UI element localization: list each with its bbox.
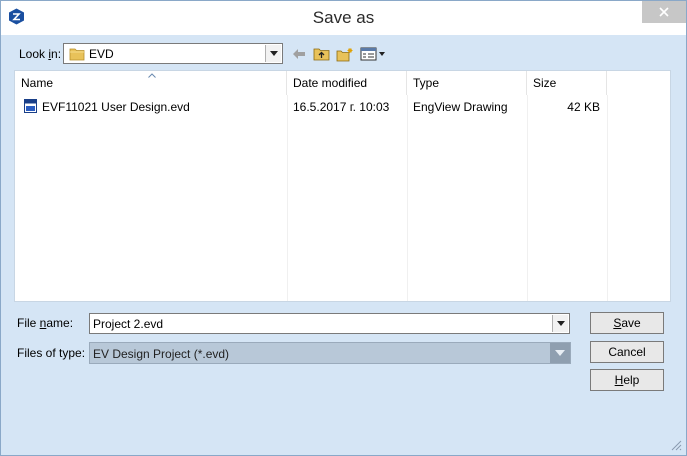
lookin-value: EVD <box>89 47 114 61</box>
column-header-size[interactable]: Size <box>527 71 607 95</box>
filetype-label: Files of type: <box>17 346 86 360</box>
view-menu-button[interactable] <box>360 45 386 63</box>
help-button[interactable]: Help <box>590 369 664 391</box>
new-folder-icon <box>336 47 353 61</box>
filename-value: Project 2.evd <box>93 317 164 331</box>
filetype-dropdown-button[interactable] <box>550 343 570 363</box>
folder-icon <box>69 48 85 61</box>
chevron-down-icon <box>269 51 278 56</box>
view-menu-icon <box>360 47 385 61</box>
file-type-cell: EngView Drawing <box>413 100 508 114</box>
close-icon <box>659 7 669 17</box>
new-folder-button[interactable] <box>336 45 354 63</box>
window-title: Save as <box>312 8 375 27</box>
lookin-dropdown[interactable]: EVD <box>63 43 283 64</box>
chevron-down-icon <box>555 350 565 356</box>
column-divider <box>287 95 288 301</box>
column-divider <box>407 95 408 301</box>
up-folder-button[interactable] <box>312 45 330 63</box>
filename-dropdown-button[interactable] <box>552 315 568 332</box>
save-as-dialog: Save as Look in: EVD Name Date modified … <box>0 0 687 456</box>
title-bar[interactable]: Save as <box>1 1 686 35</box>
cancel-button[interactable]: Cancel <box>590 341 664 363</box>
filetype-dropdown[interactable]: EV Design Project (*.evd) <box>89 342 571 364</box>
save-button[interactable]: Save <box>590 312 664 334</box>
column-divider <box>527 95 528 301</box>
filetype-value: EV Design Project (*.evd) <box>93 347 230 361</box>
up-folder-icon <box>313 48 329 61</box>
lookin-dropdown-button[interactable] <box>265 45 281 62</box>
evd-file-icon <box>24 99 37 113</box>
back-button[interactable] <box>291 45 307 63</box>
column-divider <box>607 95 608 301</box>
resize-grip-icon[interactable] <box>670 439 682 451</box>
file-name-cell[interactable]: EVF11021 User Design.evd <box>42 98 190 116</box>
chevron-down-icon <box>556 321 565 326</box>
column-header-date-modified[interactable]: Date modified <box>287 71 407 95</box>
file-date-cell: 16.5.2017 г. 10:03 <box>293 100 390 114</box>
filename-label: File name: <box>17 316 74 330</box>
close-button[interactable] <box>642 1 686 23</box>
file-size-cell: 42 KB <box>567 100 600 114</box>
file-list[interactable]: Name Date modified Type Size EVF11021 Us… <box>14 70 671 302</box>
back-arrow-icon <box>293 49 305 59</box>
sort-ascending-icon <box>148 73 156 78</box>
lookin-label: Look in: <box>19 47 62 61</box>
filename-input[interactable]: Project 2.evd <box>89 313 570 334</box>
column-header-type[interactable]: Type <box>407 71 527 95</box>
